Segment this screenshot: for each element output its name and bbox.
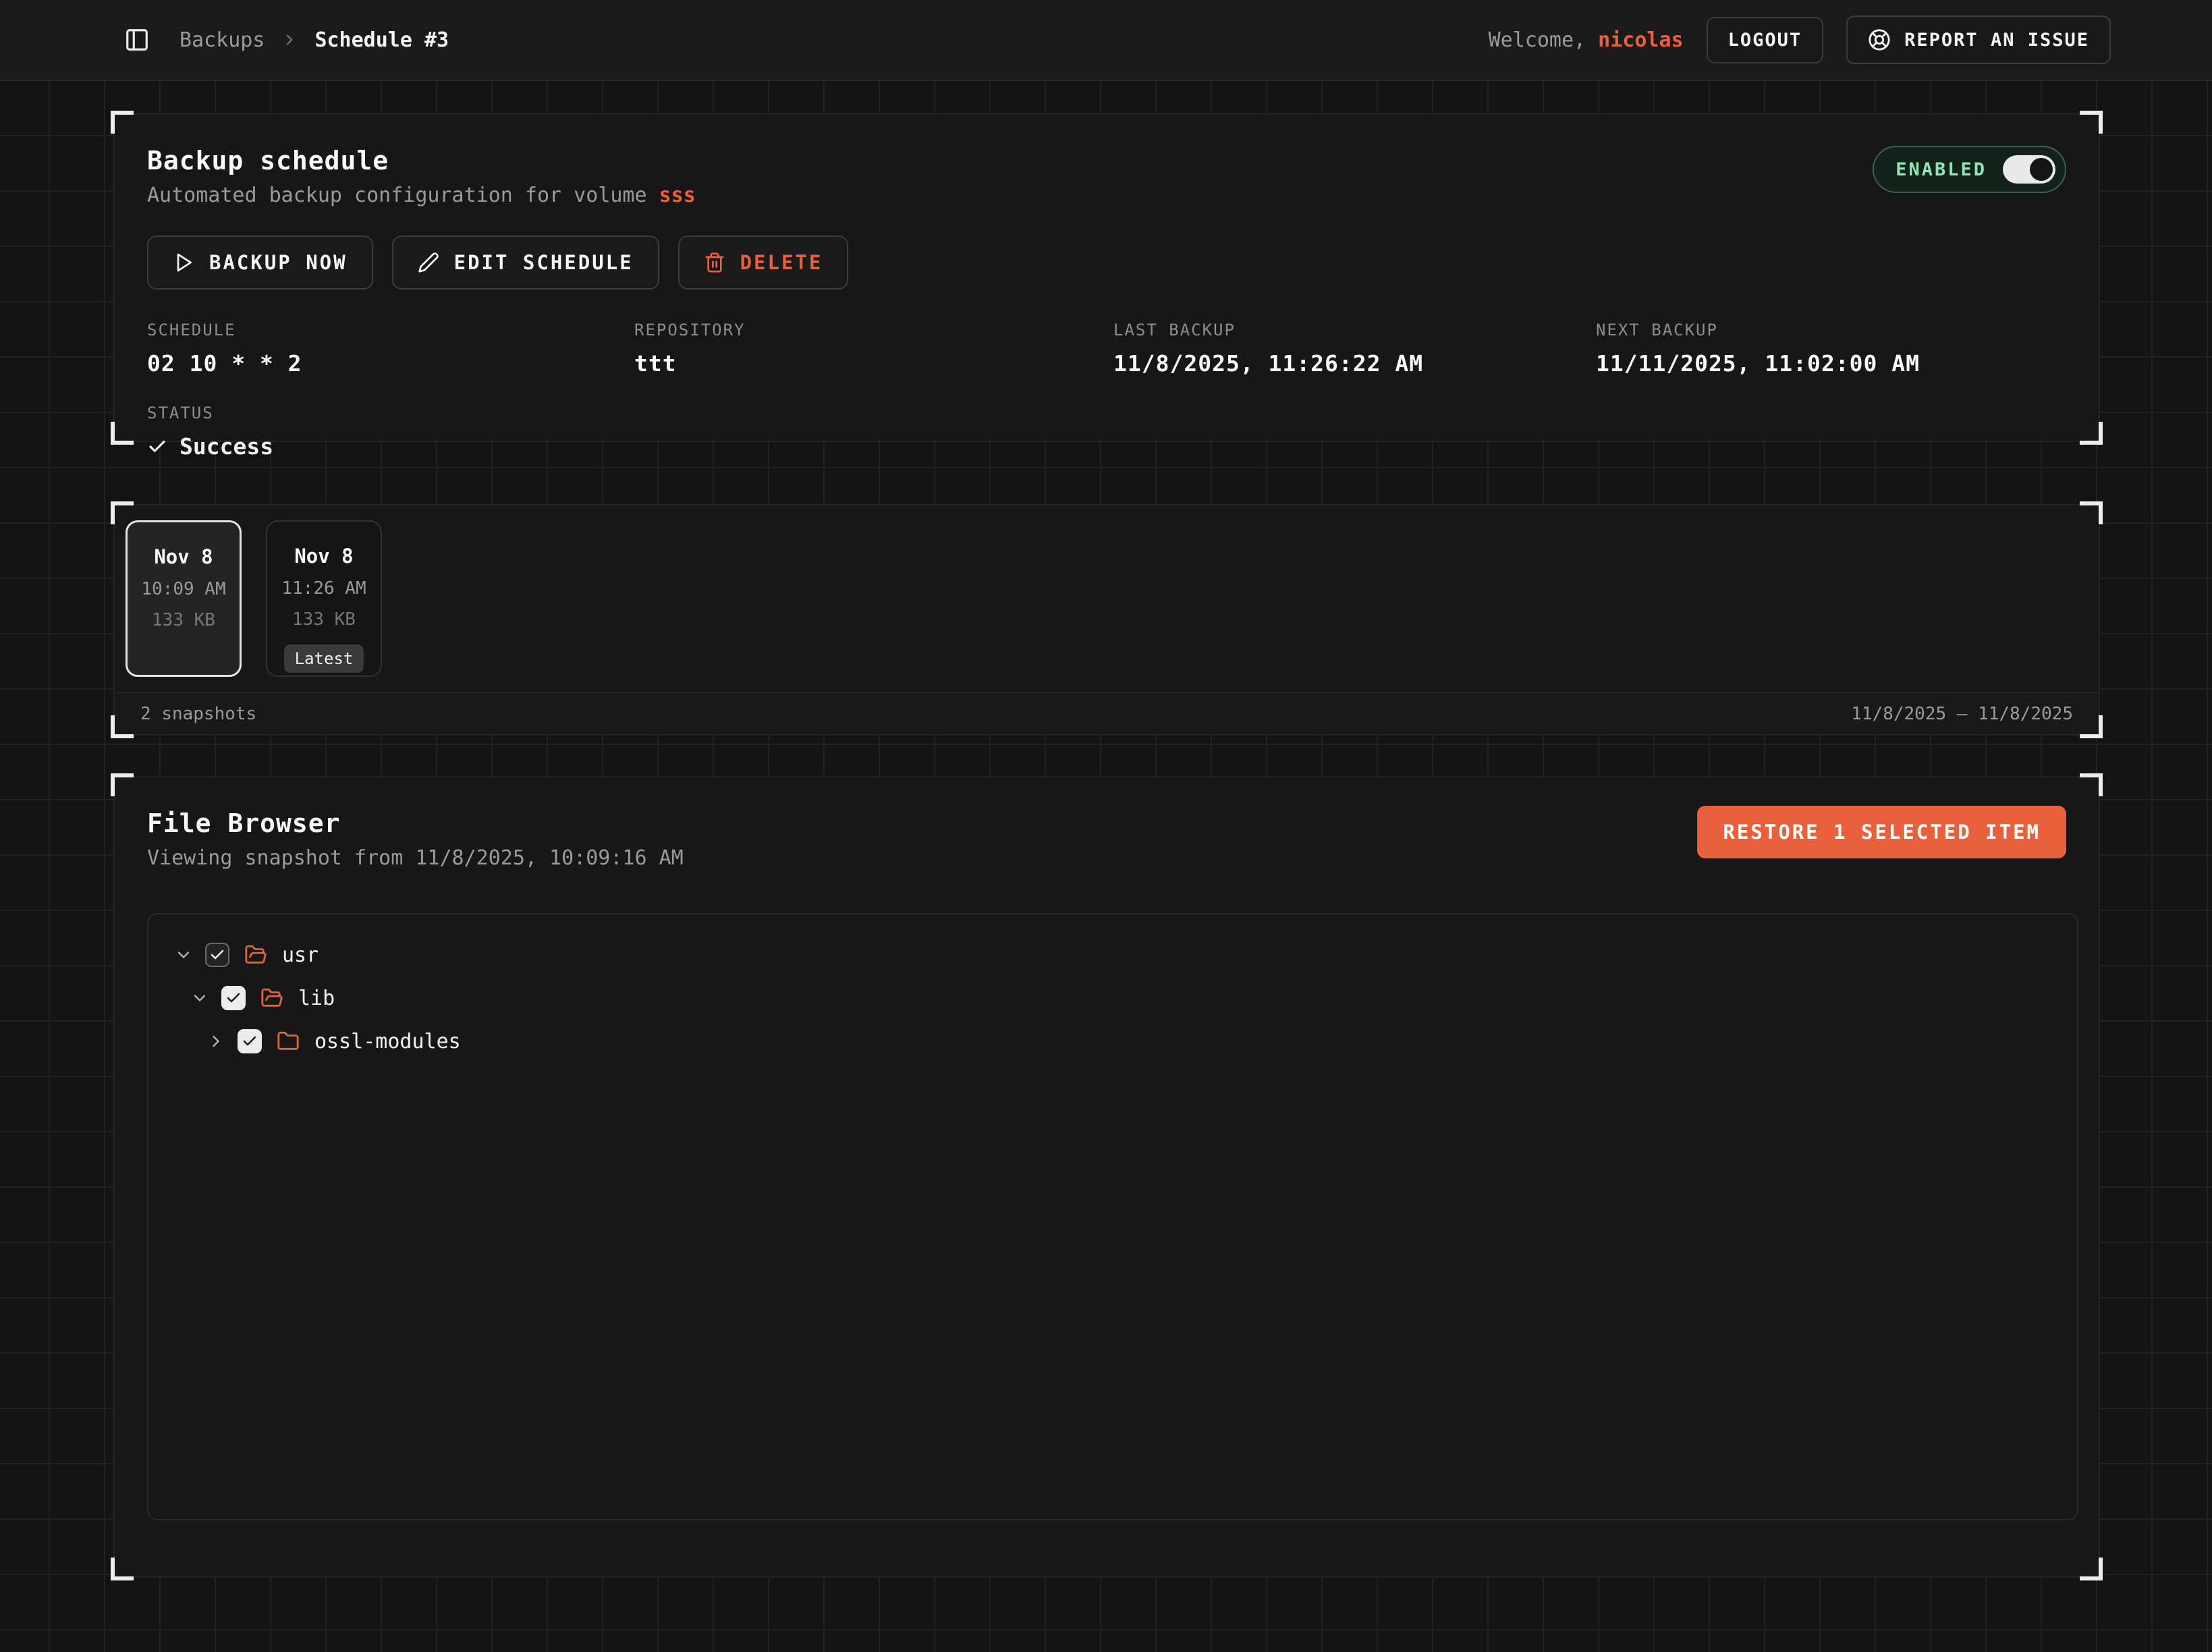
field-value: ttt (634, 350, 1113, 377)
field-next-backup: NEXT BACKUP 11/11/2025, 11:02:00 AM (1596, 321, 2066, 377)
corner-bracket (2080, 1558, 2103, 1580)
field-label: LAST BACKUP (1113, 321, 1596, 339)
file-tree: usr lib ossl-modules (147, 913, 2078, 1520)
top-bar: Backups Schedule #3 Welcome, nicolas LOG… (0, 0, 2212, 81)
report-issue-label: REPORT AN ISSUE (1904, 30, 2089, 51)
snapshot-card-latest[interactable]: Nov 8 11:26 AM 133 KB Latest (266, 520, 382, 677)
snapshot-count: 2 snapshots (140, 704, 256, 724)
toggle-switch[interactable] (2003, 155, 2055, 184)
folder-open-icon (244, 943, 267, 966)
snapshot-size: 133 KB (152, 610, 215, 630)
snapshot-date: Nov 8 (154, 545, 213, 568)
status-value: Success (147, 433, 2066, 460)
welcome-prefix: Welcome, (1489, 28, 1599, 52)
welcome-text: Welcome, nicolas (1489, 28, 1684, 52)
field-label: NEXT BACKUP (1596, 321, 2066, 339)
folder-icon (277, 1030, 300, 1053)
chevron-down-icon[interactable] (188, 986, 212, 1010)
field-schedule: SCHEDULE 02 10 * * 2 (147, 321, 634, 377)
play-icon (173, 252, 194, 273)
status-block: STATUS Success (147, 404, 2066, 460)
snapshot-list: Nov 8 10:09 AM 133 KB Nov 8 11:26 AM 133… (115, 505, 2099, 692)
breadcrumb-root[interactable]: Backups (179, 28, 265, 52)
toggle-knob (2030, 158, 2053, 181)
check-icon (147, 437, 167, 457)
restore-selected-button[interactable]: RESTORE 1 SELECTED ITEM (1697, 806, 2066, 858)
schedule-card-title: Backup schedule (147, 146, 2066, 175)
checkbox-ossl-modules[interactable] (238, 1029, 262, 1053)
breadcrumb-current: Schedule #3 (314, 28, 449, 52)
breadcrumb: Backups Schedule #3 (179, 28, 449, 52)
field-repository: REPOSITORY ttt (634, 321, 1113, 377)
lifebuoy-icon (1868, 28, 1891, 51)
tree-item-name[interactable]: ossl-modules (314, 1030, 461, 1053)
tree-item-name[interactable]: lib (298, 987, 335, 1010)
corner-bracket (111, 1558, 134, 1580)
chevron-right-icon (281, 31, 298, 49)
edit-schedule-label: EDIT SCHEDULE (454, 251, 634, 274)
snapshot-size: 133 KB (292, 609, 356, 630)
trash-icon (704, 252, 725, 273)
top-bar-right: Welcome, nicolas LOGOUT REPORT AN ISSUE (1489, 16, 2111, 64)
logout-button-label: LOGOUT (1728, 30, 1802, 51)
tree-row-lib: lib (171, 976, 2054, 1020)
status-text: Success (179, 433, 273, 460)
top-bar-left: Backups Schedule #3 (120, 23, 449, 57)
logout-button[interactable]: LOGOUT (1707, 17, 1824, 63)
panel-left-icon (124, 27, 150, 53)
status-label: STATUS (147, 404, 2066, 422)
snapshot-card-selected[interactable]: Nov 8 10:09 AM 133 KB (126, 520, 242, 677)
username: nicolas (1598, 28, 1683, 52)
schedule-actions: BACKUP NOW EDIT SCHEDULE DELETE (147, 236, 2066, 290)
field-value: 11/8/2025, 11:26:22 AM (1113, 350, 1596, 377)
sidebar-toggle-button[interactable] (120, 23, 154, 57)
checkbox-lib[interactable] (221, 986, 246, 1010)
snapshot-time: 10:09 AM (141, 579, 225, 599)
corner-bracket (2080, 773, 2103, 796)
tree-row-usr: usr (171, 933, 2054, 976)
schedule-fields: SCHEDULE 02 10 * * 2 REPOSITORY ttt LAST… (147, 321, 2066, 377)
corner-bracket (2080, 422, 2103, 445)
pencil-icon (418, 252, 439, 273)
corner-bracket (111, 422, 134, 445)
backup-schedule-card: Backup schedule Automated backup configu… (113, 113, 2100, 442)
snapshot-time: 11:26 AM (281, 578, 366, 599)
chevron-down-icon[interactable] (171, 943, 196, 967)
corner-bracket (111, 773, 134, 796)
subtitle-prefix: Automated backup configuration for volum… (147, 184, 659, 207)
field-value: 02 10 * * 2 (147, 350, 634, 377)
field-label: REPOSITORY (634, 321, 1113, 339)
latest-badge: Latest (284, 644, 364, 673)
delete-label: DELETE (740, 251, 823, 274)
snapshots-panel: Nov 8 10:09 AM 133 KB Nov 8 11:26 AM 133… (113, 504, 2100, 736)
field-value: 11/11/2025, 11:02:00 AM (1596, 350, 2066, 377)
snapshot-date: Nov 8 (294, 545, 353, 568)
volume-name: sss (659, 184, 696, 207)
edit-schedule-button[interactable]: EDIT SCHEDULE (392, 236, 659, 290)
schedule-card-subtitle: Automated backup configuration for volum… (147, 184, 2066, 207)
report-issue-button[interactable]: REPORT AN ISSUE (1846, 16, 2111, 64)
folder-open-icon (260, 987, 283, 1010)
snapshots-footer: 2 snapshots 11/8/2025 – 11/8/2025 (115, 692, 2099, 734)
tree-row-ossl-modules: ossl-modules (171, 1020, 2054, 1063)
corner-bracket (111, 111, 134, 134)
field-label: SCHEDULE (147, 321, 634, 339)
delete-button[interactable]: DELETE (678, 236, 849, 290)
field-last-backup: LAST BACKUP 11/8/2025, 11:26:22 AM (1113, 321, 1596, 377)
enabled-toggle[interactable]: ENABLED (1873, 146, 2066, 193)
file-browser-panel: File Browser Viewing snapshot from 11/8/… (113, 776, 2100, 1578)
backup-now-button[interactable]: BACKUP NOW (147, 236, 373, 290)
snapshot-date-range: 11/8/2025 – 11/8/2025 (1851, 704, 2073, 724)
chevron-right-icon[interactable] (204, 1029, 228, 1053)
enabled-toggle-label: ENABLED (1896, 159, 1987, 180)
checkbox-usr[interactable] (205, 943, 229, 967)
corner-bracket (2080, 111, 2103, 134)
tree-item-name[interactable]: usr (282, 943, 319, 967)
backup-now-label: BACKUP NOW (209, 251, 348, 274)
restore-selected-label: RESTORE 1 SELECTED ITEM (1723, 821, 2041, 844)
